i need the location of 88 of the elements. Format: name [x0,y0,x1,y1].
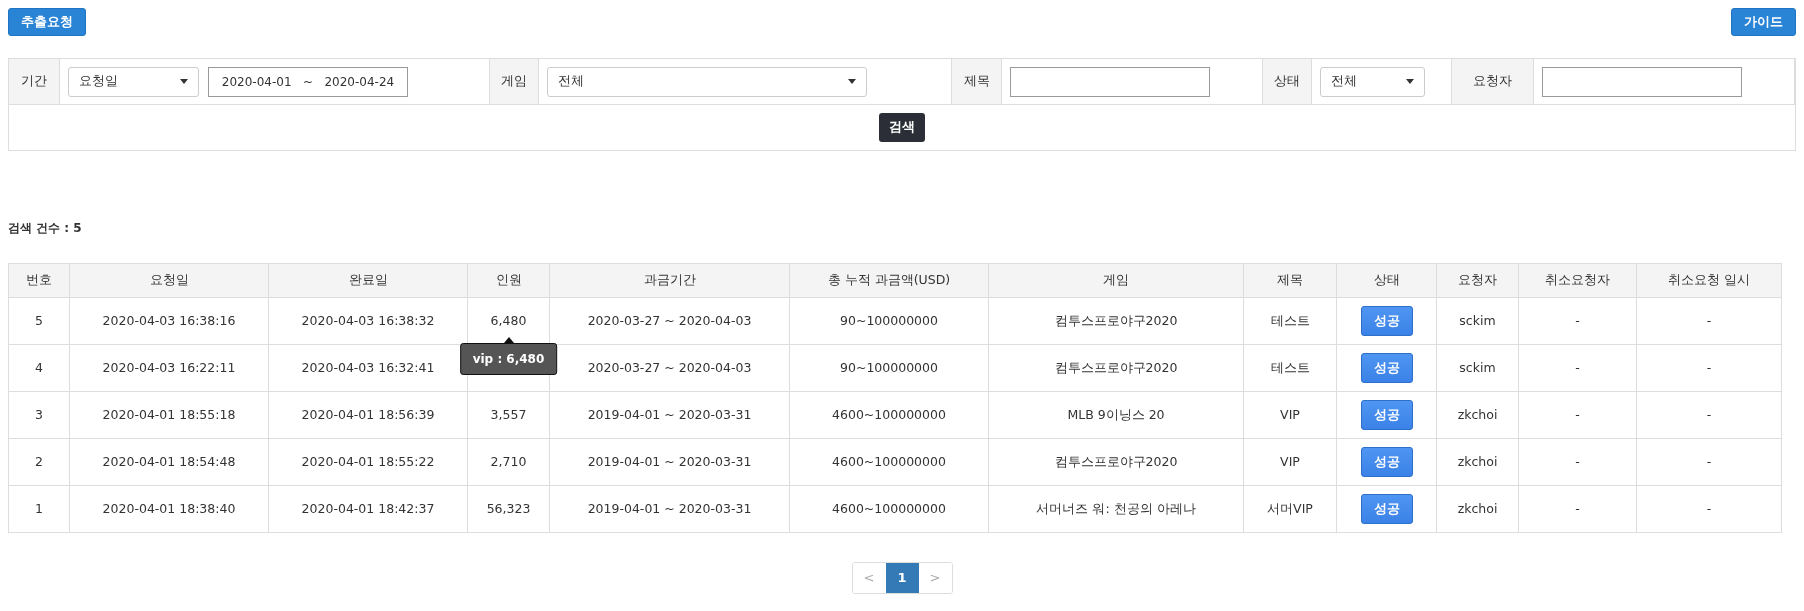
table-cell: 56,323 [467,485,550,533]
table-cell: VIP [1243,391,1337,439]
table-cell: 2020-04-03 16:38:16 [69,297,269,345]
select-dropdown[interactable]: 전체 [1320,66,1425,97]
table-cell: 2019-04-01 ~ 2020-03-31 [549,485,790,533]
table-cell: - [1518,297,1637,345]
table-cell: 4600~100000000 [789,485,989,533]
page-button[interactable]: 1 [885,563,919,593]
table-cell: 컴투스프로야구2020 [988,344,1244,392]
table-cell: - [1518,485,1637,533]
column-header: 제목 [1243,263,1337,298]
table-cell: 5 [8,297,70,345]
table-cell: 테스트 [1243,297,1337,345]
select-dropdown[interactable]: 요청일 [68,66,199,97]
search-button[interactable]: 검색 [879,113,925,142]
table-cell: 4600~100000000 [789,391,989,439]
filter-label: 제목 [952,59,1002,105]
table-cell: 2020-03-27 ~ 2020-04-03 [549,344,790,392]
table-cell: - [1518,438,1637,486]
table-cell: sckim [1436,297,1519,345]
caret-icon [1406,79,1414,84]
table-cell: 4600~100000000 [789,438,989,486]
table-cell: - [1636,485,1782,533]
table-cell: - [1636,391,1782,439]
column-header: 과금기간 [549,263,790,298]
table-cell: 2019-04-01 ~ 2020-03-31 [549,438,790,486]
column-header: 번호 [8,263,70,298]
table-cell: MLB 9이닝스 20 [988,391,1244,439]
table-cell: 3 [8,391,70,439]
table-cell: 1 [8,485,70,533]
table-cell: 서머너즈 워: 천공의 아레나 [988,485,1244,533]
column-header: 인원 [467,263,550,298]
select-dropdown[interactable]: 전체 [547,66,867,97]
table-cell: 2020-04-01 18:56:39 [268,391,468,439]
table-cell: 2020-04-03 16:22:11 [69,344,269,392]
caret-icon [848,79,856,84]
table-cell: 2020-04-01 18:54:48 [69,438,269,486]
status-button[interactable]: 성공 [1360,306,1413,336]
result-count: 검색 건수 : 5 [8,220,83,237]
table-cell: 2020-04-03 16:38:32 [268,297,468,345]
table-cell: sckim [1436,344,1519,392]
filter-label: 요청자 [1452,59,1534,105]
date-range-field[interactable]: 2020-04-01 ~ 2020-04-24 [208,66,408,97]
filter-label: 게임 [490,59,539,105]
table-cell: VIP [1243,438,1337,486]
table-cell: 3,557 [467,391,550,439]
column-header: 요청일 [69,263,269,298]
column-header: 취소요청자 [1518,263,1637,298]
column-header: 게임 [988,263,1244,298]
table-cell: 2020-04-01 18:55:18 [69,391,269,439]
column-header: 완료일 [268,263,468,298]
table-cell: - [1518,391,1637,439]
table-cell: 서머VIP [1243,485,1337,533]
column-header: 상태 [1336,263,1437,298]
table-cell: - [1636,297,1782,345]
table-cell: 컴투스프로야구2020 [988,297,1244,345]
table-cell: zkchoi [1436,485,1519,533]
status-button[interactable]: 성공 [1360,400,1413,430]
table-cell: 2,710 [467,438,550,486]
table-cell: 컴투스프로야구2020 [988,438,1244,486]
column-header: 총 누적 과금액(USD) [789,263,989,298]
status-button[interactable]: 성공 [1360,353,1413,383]
status-button[interactable]: 성공 [1360,494,1413,524]
table-cell: 90~100000000 [789,297,989,345]
table-cell: 2020-04-01 18:42:37 [268,485,468,533]
table-cell: 2020-04-01 18:55:22 [268,438,468,486]
text-input-field[interactable] [1542,66,1742,97]
table-cell: - [1636,438,1782,486]
table-cell: 2020-04-01 18:38:40 [69,485,269,533]
table-cell: 4 [8,344,70,392]
tooltip: vip : 6,480 [459,343,558,375]
extract-request-button[interactable]: 추출요청 [8,8,86,36]
table-cell: 2019-04-01 ~ 2020-03-31 [549,391,790,439]
table-cell: zkchoi [1436,438,1519,486]
filter-label: 기간 [9,59,60,105]
table-cell: 테스트 [1243,344,1337,392]
table-cell: 90~100000000 [789,344,989,392]
table-cell: zkchoi [1436,391,1519,439]
text-input-field[interactable] [1010,66,1210,97]
table-cell: 2 [8,438,70,486]
table-cell: - [1518,344,1637,392]
filter-label: 상태 [1263,59,1312,105]
table-cell: - [1636,344,1782,392]
caret-icon [180,79,188,84]
guide-button[interactable]: 가이드 [1731,8,1796,36]
column-header: 취소요청 일시 [1636,263,1782,298]
column-header: 요청자 [1436,263,1519,298]
status-button[interactable]: 성공 [1360,447,1413,477]
